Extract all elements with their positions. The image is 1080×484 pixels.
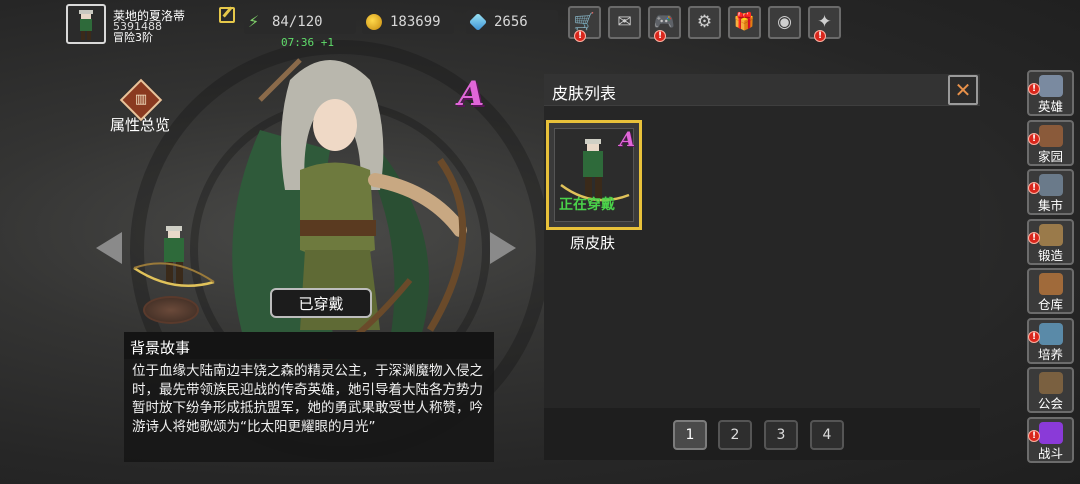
gift-icon: 🎁	[733, 12, 756, 32]
skin-list-panel: 皮肤列表 ✕ A 正在穿戴 原皮肤 1 2 3 4	[544, 74, 980, 460]
gem-icon	[468, 12, 488, 32]
story-title: 背景故事	[124, 332, 494, 359]
skin-wearing-status: 正在穿戴	[559, 197, 615, 213]
sidebar-item-label: 英雄	[1037, 99, 1063, 114]
skin-panel-header: 皮肤列表 ✕	[544, 74, 980, 106]
sidebar-item-potion[interactable]: 培养!	[1027, 317, 1074, 364]
envelope-icon: ✉	[617, 12, 632, 32]
sidebar-item-portal[interactable]: 战斗!	[1027, 416, 1074, 463]
settings-button[interactable]: ⚙	[688, 6, 721, 39]
wand-button[interactable]: ✦!	[808, 6, 841, 42]
edit-name-icon[interactable]	[219, 7, 235, 23]
market-stall-icon	[1039, 174, 1063, 196]
sidebar-item-hero-helmet[interactable]: 英雄!	[1027, 70, 1074, 116]
energy-counter[interactable]: ⚡ 84/120	[244, 10, 356, 34]
sidebar-item-label: 培养	[1037, 346, 1063, 362]
pixel-hero-sprite	[133, 226, 215, 288]
gear-icon: ⚙	[696, 12, 713, 32]
guild-shield-icon	[1039, 372, 1063, 394]
mail-button[interactable]: ✉	[608, 6, 641, 39]
alert-badge: !	[1028, 83, 1040, 95]
sidebar-item-anvil[interactable]: 锻造!	[1027, 218, 1074, 265]
page-button-2[interactable]: 2	[718, 420, 752, 450]
portal-icon	[1039, 421, 1063, 444]
sidebar-item-guild-shield[interactable]: 公会	[1027, 367, 1074, 413]
gold-counter[interactable]: 183699	[362, 10, 454, 34]
skin-card-original[interactable]: A 正在穿戴	[546, 120, 642, 230]
sidebar-item-label: 锻造	[1037, 247, 1063, 263]
gold-value: 183699	[390, 14, 441, 30]
gamepad-button[interactable]: 🎮!	[648, 6, 681, 42]
lightning-icon: ⚡	[248, 12, 260, 31]
alert-badge: !	[814, 30, 826, 42]
pagination: 1 2 3 4	[544, 408, 980, 460]
shopping-cart-icon: 🛒	[573, 12, 596, 32]
player-rank: 冒险3阶	[113, 31, 153, 44]
page-button-4[interactable]: 4	[810, 420, 844, 450]
sidebar-item-label: 公会	[1037, 396, 1063, 411]
skin-name: 原皮肤	[570, 234, 616, 252]
gem-counter[interactable]: 2656	[466, 10, 558, 34]
next-hero-arrow[interactable]	[490, 232, 516, 264]
skin-panel-title: 皮肤列表	[552, 84, 617, 103]
alert-badge: !	[654, 30, 666, 42]
chest-icon	[1039, 273, 1063, 295]
shop-button[interactable]: 🛒!	[568, 6, 601, 42]
player-avatar[interactable]	[66, 4, 106, 44]
sidebar-item-label: 战斗	[1037, 445, 1063, 461]
top-bar: 莱地的夏洛蒂 5391488 冒险3阶 ⚡ 84/120 07:36 +1 18…	[0, 0, 1080, 49]
color-wheel-icon: ◉	[777, 12, 792, 32]
potion-icon	[1039, 322, 1063, 345]
previous-hero-arrow[interactable]	[96, 232, 122, 264]
alert-badge: !	[574, 30, 586, 42]
sidebar-item-label: 仓库	[1037, 297, 1063, 312]
gift-button[interactable]: 🎁	[728, 6, 761, 39]
attribute-overview-label[interactable]: 属性总览	[110, 114, 170, 135]
anvil-icon	[1039, 223, 1063, 246]
sidebar-item-chest[interactable]: 仓库	[1027, 268, 1074, 314]
story-body: 位于血缘大陆南边丰饶之森的精灵公主，于深渊魔物入侵之时，最先带领族民迎战的传奇英…	[124, 359, 494, 462]
gamepad-icon: 🎮	[653, 12, 676, 32]
energy-value: 84/120	[272, 14, 323, 30]
page-button-1[interactable]: 1	[673, 420, 707, 450]
hero-helmet-icon	[1039, 75, 1063, 97]
magic-wand-icon: ✦	[817, 12, 832, 32]
alert-badge: !	[1028, 182, 1040, 194]
alert-badge: !	[1028, 429, 1040, 442]
story-box: 背景故事 位于血缘大陆南边丰饶之森的精灵公主，于深渊魔物入侵之时，最先带领族民迎…	[124, 332, 494, 462]
page-button-3[interactable]: 3	[764, 420, 798, 450]
sidebar-item-market-stall[interactable]: 集市!	[1027, 169, 1074, 215]
alert-badge: !	[1028, 330, 1040, 343]
lottery-button[interactable]: ◉	[768, 6, 801, 39]
close-x-icon: ✕	[954, 78, 972, 102]
gold-coin-icon	[366, 14, 382, 30]
close-button[interactable]: ✕	[948, 75, 978, 105]
skin-rank-letter: A	[619, 127, 635, 151]
sidebar-item-label: 家园	[1037, 148, 1063, 164]
alert-badge: !	[1028, 132, 1040, 145]
sidebar-item-label: 集市	[1037, 198, 1063, 213]
alert-badge: !	[1028, 231, 1040, 244]
sidebar-item-castle[interactable]: 家园!	[1027, 119, 1074, 166]
castle-icon	[1039, 124, 1063, 147]
bars-icon: ▥	[134, 92, 148, 107]
gem-value: 2656	[494, 14, 528, 30]
equipped-button[interactable]: 已穿戴	[270, 288, 372, 318]
